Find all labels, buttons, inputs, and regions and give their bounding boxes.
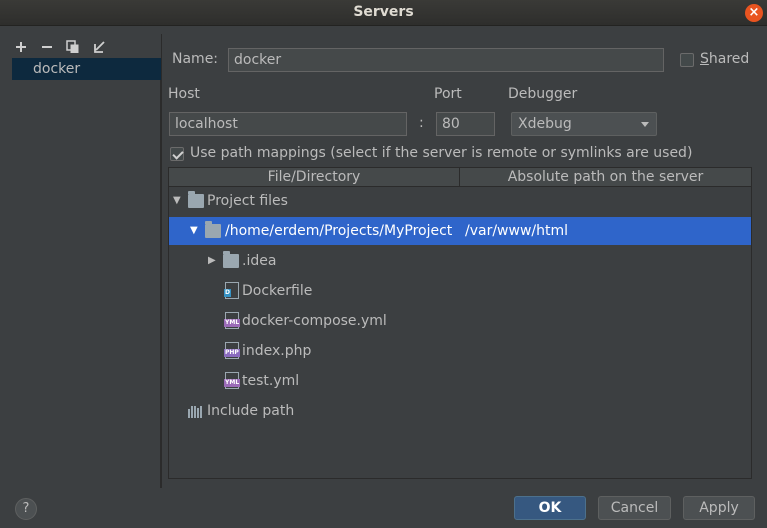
tree-row-include-path[interactable]: Include path [169, 397, 751, 425]
tree-row-label: Include path [207, 403, 295, 419]
yml-file-icon: YML [224, 312, 241, 329]
tree-row-docker-compose[interactable]: YML docker-compose.yml [169, 307, 751, 335]
name-label: Name: [172, 51, 219, 67]
debugger-select-value: Xdebug [518, 116, 572, 132]
title-bar: Servers × [0, 0, 767, 26]
port-label: Port [434, 86, 462, 102]
ok-button[interactable]: OK [514, 496, 586, 520]
minus-icon[interactable] [38, 38, 56, 56]
host-label: Host [168, 86, 200, 102]
expanded-arrow-icon[interactable]: ▼ [190, 217, 198, 245]
folder-icon [188, 191, 204, 208]
expanded-arrow-icon[interactable]: ▼ [173, 187, 181, 215]
server-list: docker [12, 58, 161, 488]
server-list-toolbar [12, 37, 108, 57]
dockerfile-icon: D [224, 282, 239, 299]
shared-mnemonic: S [700, 51, 709, 67]
file-type-tag: YML [224, 319, 241, 327]
use-path-mappings-checkbox[interactable] [170, 147, 184, 161]
tree-row-idea[interactable]: ▶ .idea [169, 247, 751, 275]
folder-icon [223, 251, 239, 268]
server-list-item[interactable]: docker [12, 58, 161, 80]
window-title: Servers [353, 4, 414, 20]
apply-button[interactable]: Apply [683, 496, 755, 520]
server-path-value[interactable]: /var/www/html [465, 217, 568, 245]
shared-label: Shared [700, 51, 749, 67]
help-button[interactable]: ? [15, 498, 37, 520]
tree-row-label: .idea [242, 253, 277, 269]
port-separator: : [419, 115, 424, 131]
tree-row-index-php[interactable]: PHP index.php [169, 337, 751, 365]
host-field[interactable]: localhost [169, 112, 407, 136]
shared-checkbox[interactable] [680, 53, 694, 67]
copy-icon[interactable] [64, 38, 82, 56]
library-icon [188, 405, 202, 418]
close-window-button[interactable]: × [745, 4, 763, 22]
cancel-button[interactable]: Cancel [598, 496, 671, 520]
file-type-tag: YML [224, 379, 241, 387]
tree-row-label: docker-compose.yml [242, 313, 387, 329]
column-header-file-directory[interactable]: File/Directory [169, 168, 460, 187]
tree-row-label: /home/erdem/Projects/MyProject [225, 223, 453, 239]
tree-row-test-yml[interactable]: YML test.yml [169, 367, 751, 395]
plus-icon[interactable] [12, 38, 30, 56]
shared-label-rest: hared [708, 51, 750, 67]
tree-row-project-path[interactable]: ▼ /home/erdem/Projects/MyProject /var/ww… [169, 217, 751, 245]
port-field[interactable]: 80 [436, 112, 495, 136]
name-field[interactable]: docker [228, 48, 664, 72]
tree-row-label: Project files [207, 193, 288, 209]
use-path-mappings-label: Use path mappings (select if the server … [190, 145, 693, 161]
tree-row-project-files[interactable]: ▼ Project files [169, 187, 751, 215]
collapsed-arrow-icon[interactable]: ▶ [208, 247, 216, 275]
table-header: File/Directory Absolute path on the serv… [169, 168, 751, 187]
file-type-tag: PHP [224, 349, 240, 357]
tree-row-label: index.php [242, 343, 312, 359]
path-mappings-table: File/Directory Absolute path on the serv… [168, 167, 752, 479]
panel-splitter[interactable] [161, 34, 162, 488]
column-header-server-path[interactable]: Absolute path on the server [460, 168, 751, 187]
tree-row-label: Dockerfile [242, 283, 313, 299]
folder-icon [205, 221, 221, 238]
chevron-down-icon [641, 122, 649, 127]
yml-file-icon: YML [224, 372, 241, 389]
tree-row-dockerfile[interactable]: D Dockerfile [169, 277, 751, 305]
file-type-tag: D [224, 289, 231, 297]
debugger-select[interactable]: Xdebug [511, 112, 657, 136]
tree-row-label: test.yml [242, 373, 300, 389]
debugger-label: Debugger [508, 86, 578, 102]
import-icon[interactable] [90, 38, 108, 56]
php-file-icon: PHP [224, 342, 240, 359]
